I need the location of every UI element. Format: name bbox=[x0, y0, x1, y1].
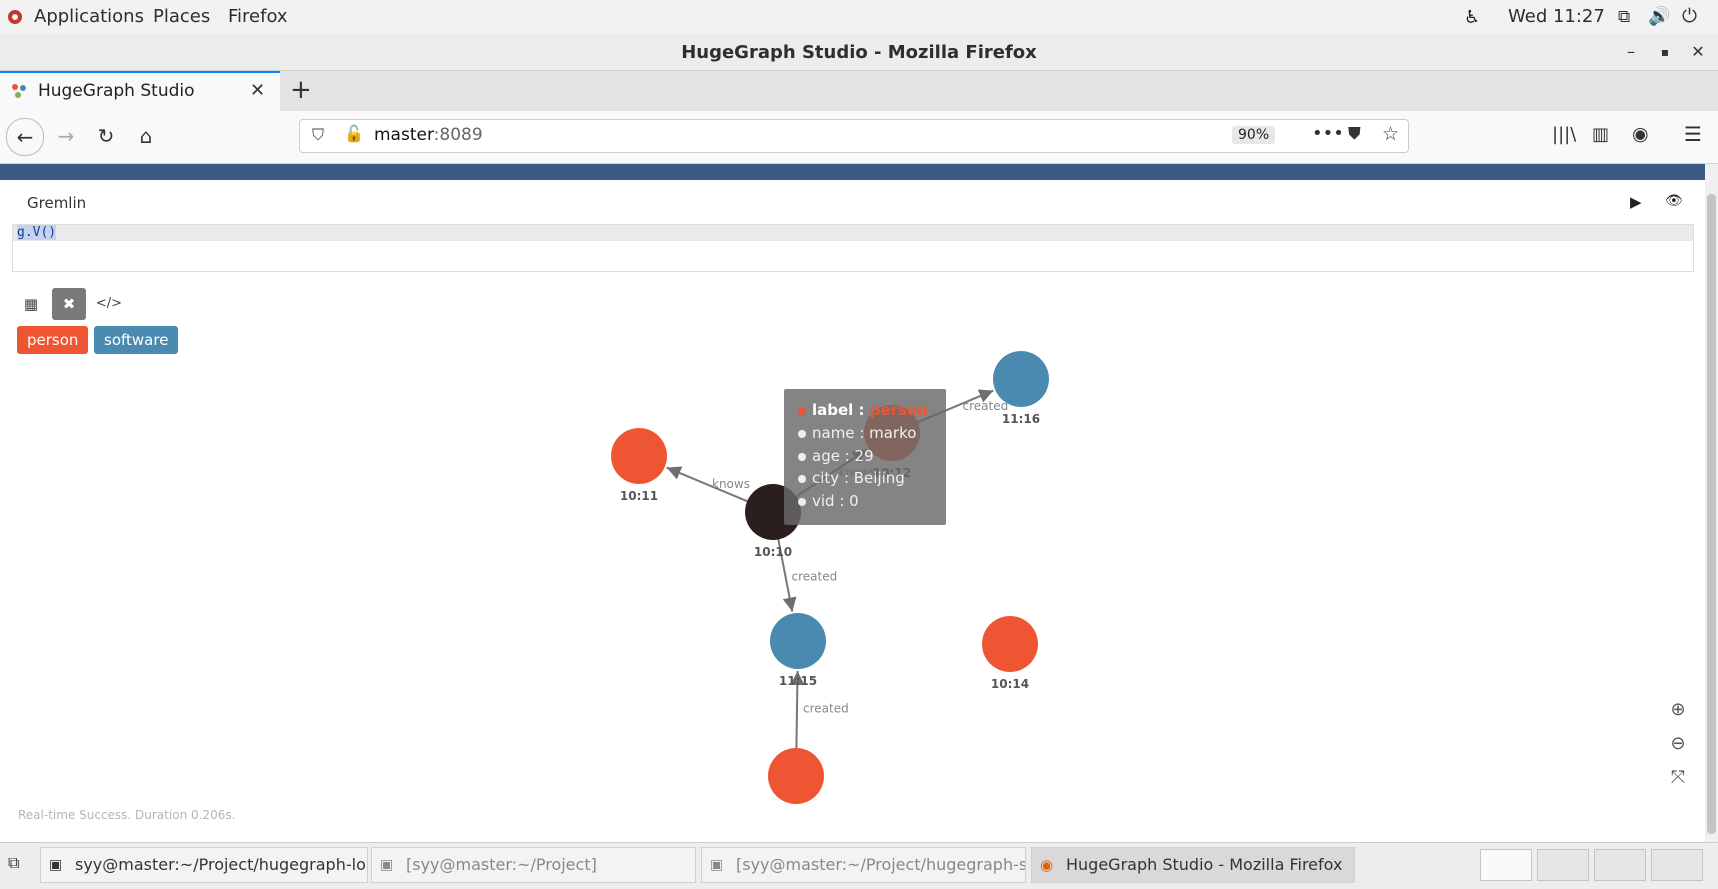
tooltip-label-row: label : person bbox=[798, 401, 928, 419]
pocket-icon[interactable]: ⛊ bbox=[1348, 124, 1361, 144]
graph-node-label: 11:15 bbox=[779, 674, 817, 688]
firefox-menu[interactable]: Firefox bbox=[228, 6, 288, 27]
graph-node-10-11[interactable] bbox=[611, 428, 667, 484]
taskbar-item-firefox[interactable]: ◉ HugeGraph Studio - Mozilla Firefox bbox=[1031, 847, 1355, 883]
graph-node-11-16[interactable] bbox=[993, 351, 1049, 407]
taskbar: ⧉ ▣ syy@master:~/Project/hugegraph-lo...… bbox=[0, 842, 1718, 889]
url-bar[interactable]: ⛉ 🔓 master:8089 90% ••• ⛊ ☆ bbox=[299, 119, 1409, 153]
tooltip-row: name : marko bbox=[798, 424, 916, 442]
window-title: HugeGraph Studio - Mozilla Firefox bbox=[681, 42, 1037, 63]
zoom-level-badge[interactable]: 90% bbox=[1232, 126, 1276, 144]
graph-node-label: 11:16 bbox=[1002, 412, 1040, 426]
workspace-3[interactable] bbox=[1594, 849, 1646, 881]
reload-icon[interactable]: ↻ bbox=[88, 118, 124, 154]
graph-edge-label: created bbox=[803, 702, 849, 716]
tooltip-label-value: person bbox=[869, 401, 928, 419]
hamburger-menu-icon[interactable]: ☰ bbox=[1684, 122, 1702, 146]
tab-hugegraph-studio[interactable]: HugeGraph Studio ✕ bbox=[0, 71, 280, 111]
hugegraph-favicon-icon bbox=[10, 82, 28, 104]
close-tab-icon[interactable]: ✕ bbox=[250, 80, 265, 101]
close-window-icon[interactable]: ✕ bbox=[1686, 40, 1710, 64]
status-text: Real-time Success. Duration 0.206s. bbox=[18, 808, 236, 822]
graph-edge-label: knows bbox=[712, 477, 750, 491]
tooltip-row-text: name : marko bbox=[812, 424, 917, 442]
system-top-bar: Applications Places Firefox ♿ Wed 11:27 … bbox=[0, 0, 1718, 35]
tooltip-row-text: age : 29 bbox=[812, 447, 874, 465]
new-tab-icon[interactable]: + bbox=[290, 75, 312, 105]
graph-node-label: 10:14 bbox=[991, 677, 1029, 691]
maximize-icon[interactable]: ▪ bbox=[1653, 40, 1677, 64]
terminal-icon: ▣ bbox=[380, 857, 394, 873]
library-icon[interactable]: |||\ bbox=[1552, 124, 1576, 145]
zoom-in-icon[interactable]: ⊕ bbox=[1664, 696, 1692, 724]
terminal-icon: ▣ bbox=[49, 857, 63, 873]
graph-node-10-14[interactable] bbox=[982, 616, 1038, 672]
minimize-icon[interactable]: – bbox=[1619, 40, 1643, 64]
graph-edge-label: created bbox=[963, 399, 1009, 413]
workspace-1[interactable] bbox=[1480, 849, 1532, 881]
graph-edge-label: created bbox=[792, 570, 838, 584]
page-actions-icon[interactable]: ••• bbox=[1312, 123, 1344, 144]
tooltip-label-key: label : bbox=[812, 401, 870, 419]
navigation-bar: ← → ↻ ⌂ ⛉ 🔓 master:8089 90% ••• ⛊ ☆ |||\… bbox=[0, 111, 1718, 164]
power-icon[interactable]: ⏻ bbox=[1682, 5, 1697, 27]
tooltip-row: age : 29 bbox=[798, 447, 874, 465]
scrollbar-thumb[interactable] bbox=[1707, 194, 1716, 834]
back-icon[interactable]: ← bbox=[6, 118, 44, 156]
page-scrollbar[interactable] bbox=[1705, 164, 1718, 842]
graph-node-label: 10:11 bbox=[620, 489, 658, 503]
home-icon[interactable]: ⌂ bbox=[128, 118, 164, 154]
workspace-4[interactable] bbox=[1651, 849, 1703, 881]
network-icon[interactable]: ⧉ bbox=[1618, 7, 1630, 27]
graph-node-label: 10:10 bbox=[754, 545, 792, 559]
vertex-tooltip: label : person name : marko age : 29 cit… bbox=[784, 389, 946, 525]
zoom-out-icon[interactable]: ⊖ bbox=[1664, 730, 1692, 758]
tooltip-row: city : Beijing bbox=[798, 469, 905, 487]
sidebar-icon[interactable]: ▥ bbox=[1592, 124, 1609, 145]
url-text[interactable]: master:8089 bbox=[374, 125, 483, 145]
firefox-icon: ◉ bbox=[1040, 856, 1054, 874]
url-host: master bbox=[374, 125, 434, 145]
volume-icon[interactable]: 🔊 bbox=[1648, 6, 1670, 27]
accessibility-icon[interactable]: ♿ bbox=[1464, 7, 1480, 28]
graph-node-n-bottom[interactable] bbox=[768, 748, 824, 804]
tab-label: HugeGraph Studio bbox=[38, 81, 195, 101]
tab-strip: HugeGraph Studio ✕ + bbox=[0, 71, 1718, 111]
tooltip-row-text: vid : 0 bbox=[812, 492, 859, 510]
forward-icon[interactable]: → bbox=[48, 118, 84, 154]
applications-menu[interactable]: Applications bbox=[34, 6, 144, 27]
taskbar-item-terminal-1[interactable]: ▣ syy@master:~/Project/hugegraph-lo... bbox=[40, 847, 368, 883]
taskbar-item-label: syy@master:~/Project/hugegraph-lo... bbox=[75, 855, 368, 874]
bookmark-star-icon[interactable]: ☆ bbox=[1382, 123, 1399, 145]
page-content: Gremlin ▶ 👁 g.V() ▦ ✖ </> person softwar… bbox=[0, 164, 1705, 842]
taskbar-item-label: [syy@master:~/Project/hugegraph-st... bbox=[736, 855, 1026, 874]
taskbar-item-terminal-2[interactable]: ▣ [syy@master:~/Project] bbox=[371, 847, 696, 883]
terminal-icon: ▣ bbox=[710, 857, 724, 873]
taskbar-item-label: HugeGraph Studio - Mozilla Firefox bbox=[1066, 855, 1343, 874]
applications-logo-icon bbox=[6, 8, 24, 26]
shield-icon[interactable]: ⛉ bbox=[312, 125, 324, 145]
account-icon[interactable]: ◉ bbox=[1632, 123, 1649, 145]
url-port: :8089 bbox=[433, 125, 483, 145]
show-desktop-icon[interactable]: ⧉ bbox=[8, 853, 19, 873]
graph-node-11-15[interactable] bbox=[770, 613, 826, 669]
tooltip-row-text: city : Beijing bbox=[812, 469, 905, 487]
tooltip-row: vid : 0 bbox=[798, 492, 859, 510]
taskbar-item-label: [syy@master:~/Project] bbox=[406, 855, 597, 874]
taskbar-item-terminal-3[interactable]: ▣ [syy@master:~/Project/hugegraph-st... bbox=[701, 847, 1026, 883]
tooltip-dot-icon bbox=[798, 406, 806, 415]
clock[interactable]: Wed 11:27 bbox=[1508, 6, 1605, 27]
insecure-lock-icon[interactable]: 🔓 bbox=[344, 124, 364, 143]
window-titlebar: HugeGraph Studio - Mozilla Firefox – ▪ ✕ bbox=[0, 34, 1718, 71]
fit-graph-icon[interactable]: ⤧ bbox=[1664, 764, 1692, 792]
places-menu[interactable]: Places bbox=[153, 6, 210, 27]
workspace-2[interactable] bbox=[1537, 849, 1589, 881]
